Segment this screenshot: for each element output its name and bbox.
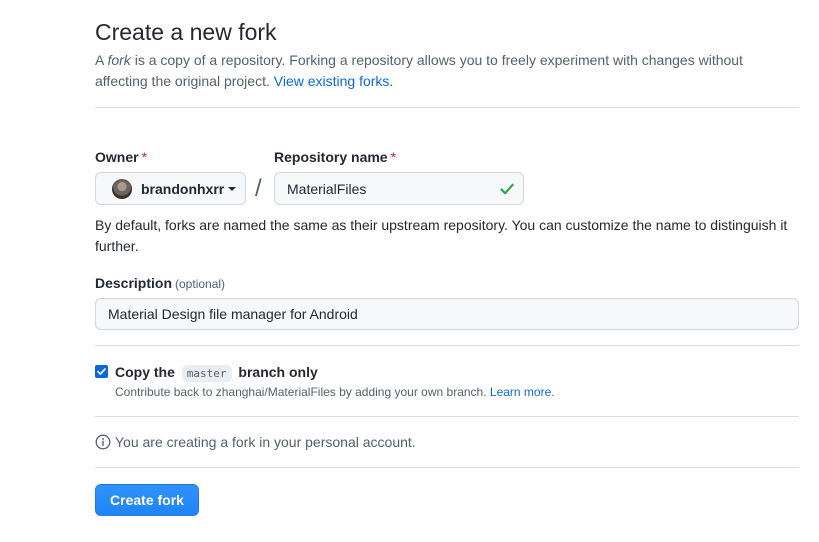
owner-label: Owner * [95, 149, 147, 165]
fork-account-info: You are creating a fork in your personal… [95, 434, 416, 450]
avatar [112, 178, 132, 199]
copy-branch-label[interactable]: Copy the master branch only [115, 363, 318, 383]
page-title: Create a new fork [95, 19, 277, 45]
copy-branch-checkbox[interactable] [95, 365, 108, 378]
info-icon [95, 434, 111, 450]
intro-text: A fork is a copy of a repository. Forkin… [95, 50, 799, 92]
view-existing-forks-link[interactable]: View existing forks. [274, 73, 394, 89]
description-input[interactable] [95, 298, 799, 330]
repository-name-input[interactable] [274, 172, 524, 205]
owner-repo-separator: / [255, 175, 262, 202]
branch-name-code: master [181, 365, 232, 382]
create-fork-button[interactable]: Create fork [95, 484, 199, 516]
owner-label-text: Owner [95, 149, 139, 165]
fork-name-help-text: By default, forks are named the same as … [95, 217, 788, 254]
intro-fork-term: fork [107, 52, 131, 68]
repository-name-label: Repository name * [274, 149, 396, 165]
contribute-text: Contribute back to zhanghai/MaterialFile… [115, 384, 555, 400]
repository-name-label-text: Repository name [274, 149, 388, 165]
branch-divider [95, 416, 799, 417]
description-label-text: Description [95, 275, 173, 291]
fork-page: Create a new fork A fork is a copy of a … [0, 0, 819, 542]
owner-name: brandonhxrr [141, 180, 225, 197]
check-icon [500, 183, 514, 195]
info-text: You are creating a fork in your personal… [115, 434, 416, 450]
owner-required-mark: * [141, 149, 148, 165]
contribute-text-body: Contribute back to zhanghai/MaterialFile… [115, 385, 487, 399]
copy-branch-label-after: branch only [238, 364, 318, 380]
info-divider [95, 467, 799, 468]
learn-more-link[interactable]: Learn more. [490, 385, 555, 399]
owner-select-button[interactable]: brandonhxrr [95, 172, 246, 205]
description-optional-label: (optional) [175, 277, 226, 291]
header-divider [95, 107, 799, 108]
intro-rest: is a copy of a repository. Forking a rep… [95, 52, 743, 89]
description-divider [95, 345, 799, 346]
copy-branch-label-before: Copy the [115, 364, 175, 380]
checkbox-checked-icon [97, 368, 106, 375]
intro-prefix: A [95, 52, 108, 68]
repository-required-mark: * [390, 149, 397, 165]
caret-down-icon [228, 186, 237, 191]
description-label: Description (optional) [95, 275, 225, 291]
